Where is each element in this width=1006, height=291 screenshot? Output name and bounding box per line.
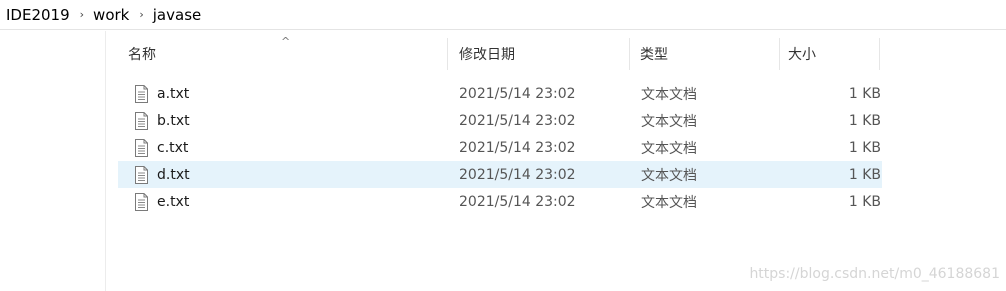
file-size: 1 KB (848, 166, 881, 183)
column-header-type-label: 类型 (640, 47, 668, 63)
column-header-size[interactable]: 大小 (780, 38, 880, 70)
file-size: 1 KB (848, 193, 881, 210)
column-header-row: 名称 ^ 修改日期 类型 大小 (118, 35, 888, 70)
file-name: c.txt (157, 139, 189, 156)
text-document-icon (135, 111, 148, 130)
file-size: 1 KB (848, 139, 881, 156)
column-header-date[interactable]: 修改日期 (448, 38, 630, 70)
file-type: 文本文档 (641, 113, 697, 130)
file-type: 文本文档 (641, 140, 697, 157)
file-name: d.txt (157, 166, 190, 183)
file-modified-date: 2021/5/14 23:02 (459, 139, 576, 156)
text-document-icon (135, 84, 148, 103)
file-row[interactable]: c.txt 2021/5/14 23:02 文本文档 1 KB (118, 134, 882, 161)
breadcrumb-item-javase[interactable]: javase (153, 6, 201, 24)
file-type: 文本文档 (641, 194, 697, 211)
column-header-type[interactable]: 类型 (630, 38, 780, 70)
chevron-right-icon[interactable]: › (80, 8, 84, 21)
file-modified-date: 2021/5/14 23:02 (459, 193, 576, 210)
text-document-icon (135, 165, 148, 184)
file-row[interactable]: d.txt 2021/5/14 23:02 文本文档 1 KB (118, 161, 882, 188)
sort-ascending-icon: ^ (281, 35, 291, 48)
file-size: 1 KB (848, 85, 881, 102)
text-document-icon (135, 192, 148, 211)
file-modified-date: 2021/5/14 23:02 (459, 166, 576, 183)
breadcrumb-item-work[interactable]: work (93, 6, 129, 24)
file-row[interactable]: a.txt 2021/5/14 23:02 文本文档 1 KB (118, 80, 882, 107)
column-header-date-label: 修改日期 (459, 47, 515, 63)
file-name: a.txt (157, 85, 190, 102)
file-type: 文本文档 (641, 86, 697, 103)
breadcrumb: IDE2019 › work › javase (0, 0, 1006, 30)
file-modified-date: 2021/5/14 23:02 (459, 112, 576, 129)
file-type: 文本文档 (641, 167, 697, 184)
watermark-url: https://blog.csdn.net/m0_46188681 (749, 266, 1000, 282)
column-header-size-label: 大小 (788, 47, 816, 63)
column-header-name[interactable]: 名称 ^ (118, 35, 448, 70)
file-row[interactable]: e.txt 2021/5/14 23:02 文本文档 1 KB (118, 188, 882, 215)
column-header-name-label: 名称 (128, 47, 156, 63)
file-list: a.txt 2021/5/14 23:02 文本文档 1 KB b.txt 20… (118, 80, 882, 215)
file-name: b.txt (157, 112, 190, 129)
breadcrumb-item-ide2019[interactable]: IDE2019 (6, 6, 70, 24)
file-name: e.txt (157, 193, 190, 210)
text-document-icon (135, 138, 148, 157)
file-size: 1 KB (848, 112, 881, 129)
chevron-right-icon[interactable]: › (139, 8, 143, 21)
file-row[interactable]: b.txt 2021/5/14 23:02 文本文档 1 KB (118, 107, 882, 134)
navigation-pane-divider[interactable] (105, 31, 106, 291)
file-modified-date: 2021/5/14 23:02 (459, 85, 576, 102)
